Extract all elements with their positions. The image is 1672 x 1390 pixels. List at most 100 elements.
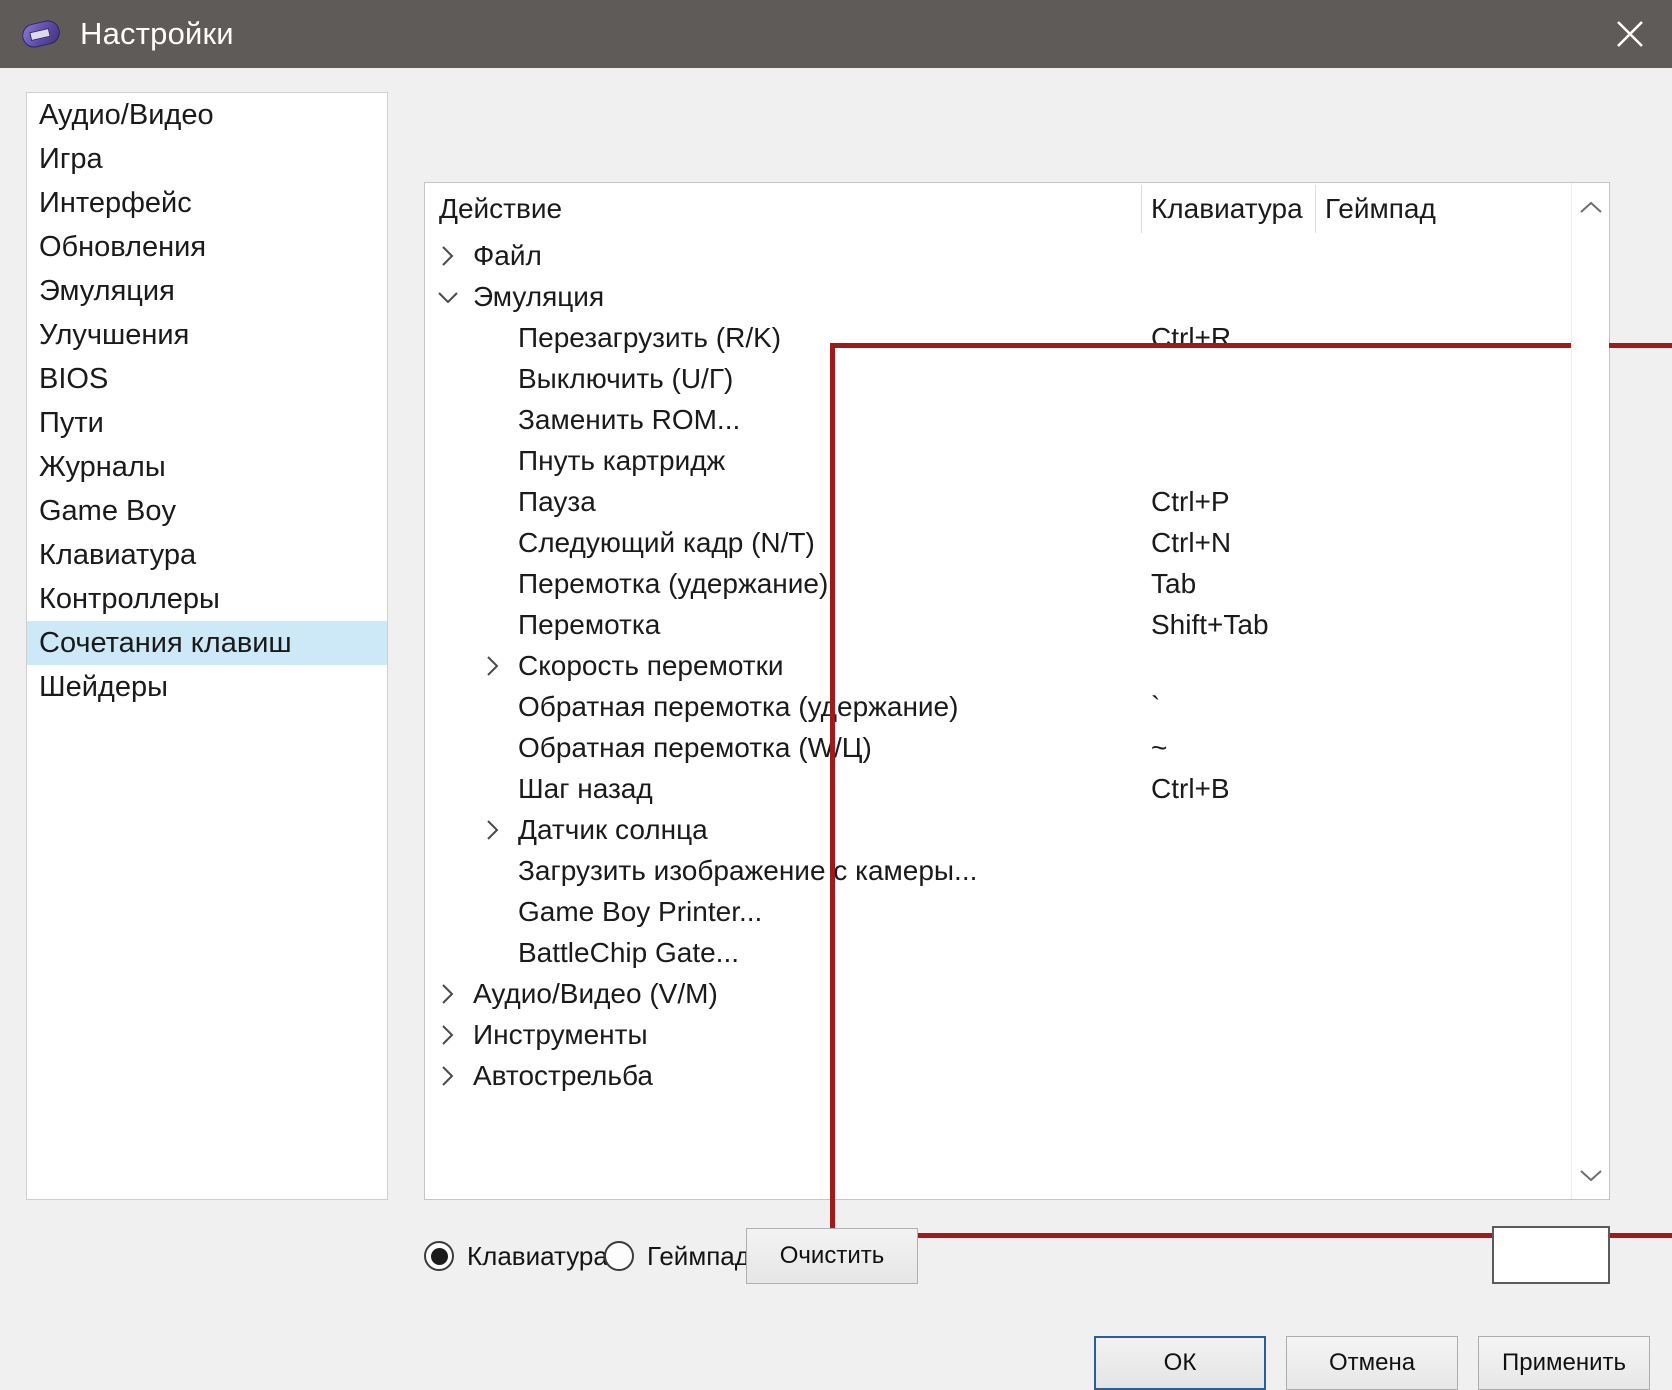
row-action-label: Аудио/Видео (V/M) [473, 978, 718, 1009]
row-action-label: Перезагрузить (R/K) [518, 322, 782, 353]
table-row[interactable]: Шаг назад Ctrl+B [425, 768, 1535, 809]
sidebar-item-12[interactable]: Сочетания клавиш [27, 621, 387, 665]
sidebar-item-11[interactable]: Контроллеры [27, 577, 387, 621]
table-row[interactable]: Следующий кадр (N/Т) Ctrl+N [425, 522, 1535, 563]
header-divider [1141, 185, 1142, 233]
row-action-label: Автострельба [473, 1060, 653, 1091]
row-keyboard-binding[interactable]: Ctrl+P [1151, 481, 1230, 522]
row-action-label: BattleChip Gate... [518, 937, 740, 968]
chevron-right-icon[interactable] [480, 645, 506, 686]
chevron-down-icon[interactable] [1572, 1155, 1610, 1195]
sidebar-item-8[interactable]: Журналы [27, 445, 387, 489]
row-action-label: Скорость перемотки [518, 650, 784, 681]
table-row[interactable]: Эмуляция [425, 276, 1535, 317]
chevron-right-icon[interactable] [435, 1014, 461, 1055]
sidebar-item-4[interactable]: Эмуляция [27, 269, 387, 313]
row-action-label: Эмуляция [473, 281, 605, 312]
table-row[interactable]: Перезагрузить (R/K) Ctrl+R [425, 317, 1535, 358]
table-row[interactable]: Пнуть картридж [425, 440, 1535, 481]
table-row[interactable]: Заменить ROM... [425, 399, 1535, 440]
row-action-label: Пнуть картридж [518, 445, 726, 476]
close-icon[interactable] [1588, 0, 1672, 68]
row-action-label: Загрузить изображение с камеры... [518, 855, 978, 886]
row-keyboard-binding[interactable]: Ctrl+N [1151, 522, 1231, 563]
shortcuts-tree[interactable]: Файл Эмуляция Перезагрузить (R/K) Ctrl+R Вык… [425, 235, 1535, 1201]
chevron-down-icon[interactable] [435, 276, 461, 317]
column-header-action[interactable]: Действие [439, 183, 562, 235]
row-action-label: Пауза [518, 486, 596, 517]
chevron-right-icon[interactable] [435, 1055, 461, 1096]
row-action-label: Перемотка [518, 609, 661, 640]
radio-keyboard-dot[interactable] [424, 1241, 454, 1271]
table-row[interactable]: Аудио/Видео (V/M) [425, 973, 1535, 1014]
row-keyboard-binding[interactable]: Shift+Tab [1151, 604, 1269, 645]
table-row[interactable]: Инструменты [425, 1014, 1535, 1055]
sidebar-item-13[interactable]: Шейдеры [27, 665, 387, 709]
chevron-right-icon[interactable] [480, 809, 506, 850]
sidebar-item-3[interactable]: Обновления [27, 225, 387, 269]
table-row[interactable]: Обратная перемотка (W/Ц) ~ [425, 727, 1535, 768]
table-row[interactable]: Датчик солнца [425, 809, 1535, 850]
row-keyboard-binding[interactable]: ~ [1151, 727, 1167, 768]
sidebar-item-10[interactable]: Клавиатура [27, 533, 387, 577]
sidebar-item-0[interactable]: Аудио/Видео [27, 93, 387, 137]
row-action-label: Инструменты [473, 1019, 648, 1050]
table-row[interactable]: Файл [425, 235, 1535, 276]
table-row[interactable]: Автострельба [425, 1055, 1535, 1096]
row-action-label: Выключить (U/Г) [518, 363, 734, 394]
tree-scrollbar[interactable] [1571, 183, 1609, 1199]
table-row[interactable]: Game Boy Printer... [425, 891, 1535, 932]
table-row[interactable]: Обратная перемотка (удержание) ` [425, 686, 1535, 727]
row-keyboard-binding[interactable]: Ctrl+B [1151, 768, 1230, 809]
binding-controls: Клавиатура Геймпад Очистить [424, 1224, 1610, 1288]
chevron-up-icon[interactable] [1572, 187, 1610, 227]
shortcuts-panel: Действие Клавиатура Геймпад Файл Эмуляция… [424, 182, 1672, 1238]
row-action-label: Следующий кадр (N/Т) [518, 527, 815, 558]
scrollbar-track[interactable] [1572, 227, 1609, 1155]
column-header-keyboard[interactable]: Клавиатура [1151, 183, 1303, 235]
row-action-label: Game Boy Printer... [518, 896, 763, 927]
sidebar-item-2[interactable]: Интерфейс [27, 181, 387, 225]
radio-gamepad-label: Геймпад [647, 1240, 750, 1271]
clear-button[interactable]: Очистить [746, 1228, 918, 1284]
table-row[interactable]: BattleChip Gate... [425, 932, 1535, 973]
radio-keyboard[interactable]: Клавиатура [424, 1232, 608, 1280]
dialog-button-row: ОК Отмена Применить [1094, 1336, 1650, 1390]
table-row[interactable]: Выключить (U/Г) [425, 358, 1535, 399]
table-row[interactable]: Пауза Ctrl+P [425, 481, 1535, 522]
row-keyboard-binding[interactable]: Ctrl+R [1151, 317, 1231, 358]
apply-button[interactable]: Применить [1478, 1336, 1650, 1390]
window-title: Настройки [80, 16, 234, 51]
table-row[interactable]: Перемотка (удержание) Tab [425, 563, 1535, 604]
sidebar-item-9[interactable]: Game Boy [27, 489, 387, 533]
cancel-button[interactable]: Отмена [1286, 1336, 1458, 1390]
row-action-label: Датчик солнца [518, 814, 708, 845]
table-row[interactable]: Загрузить изображение с камеры... [425, 850, 1535, 891]
sidebar-item-7[interactable]: Пути [27, 401, 387, 445]
row-action-label: Перемотка (удержание) [518, 568, 829, 599]
header-divider [1315, 185, 1316, 233]
sidebar-item-1[interactable]: Игра [27, 137, 387, 181]
column-header-gamepad[interactable]: Геймпад [1325, 183, 1436, 235]
table-row[interactable]: Перемотка Shift+Tab [425, 604, 1535, 645]
sidebar-item-5[interactable]: Улучшения [27, 313, 387, 357]
row-action-label: Шаг назад [518, 773, 653, 804]
dialog-body: Аудио/Видео Игра Интерфейс Обновления Эмуляц… [0, 68, 1672, 1390]
row-keyboard-binding[interactable]: Tab [1151, 563, 1196, 604]
table-header: Действие Клавиатура Геймпад [425, 183, 1609, 235]
row-action-label: Обратная перемотка (W/Ц) [518, 732, 872, 763]
row-action-label: Заменить ROM... [518, 404, 741, 435]
settings-category-list[interactable]: Аудио/Видео Игра Интерфейс Обновления Эмуляц… [26, 92, 388, 1200]
sidebar-item-6[interactable]: BIOS [27, 357, 387, 401]
radio-gamepad[interactable]: Геймпад [604, 1232, 750, 1280]
table-row[interactable]: Скорость перемотки [425, 645, 1535, 686]
chevron-right-icon[interactable] [435, 973, 461, 1014]
radio-keyboard-label: Клавиатура [467, 1240, 608, 1271]
ok-button[interactable]: ОК [1094, 1336, 1266, 1390]
radio-gamepad-dot[interactable] [604, 1241, 634, 1271]
row-keyboard-binding[interactable]: ` [1151, 686, 1160, 727]
row-action-label: Обратная перемотка (удержание) [518, 691, 959, 722]
window-title-bar: Настройки [0, 0, 1672, 68]
binding-input[interactable] [1492, 1226, 1610, 1284]
chevron-right-icon[interactable] [435, 235, 461, 276]
